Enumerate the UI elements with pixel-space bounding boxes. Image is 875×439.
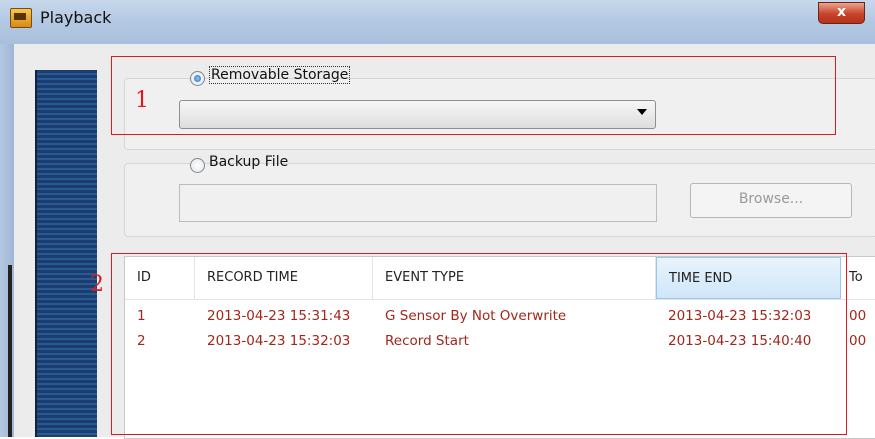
title-bar[interactable]: Playback x bbox=[0, 0, 875, 45]
annotation-number-1: 1 bbox=[135, 88, 149, 113]
background-window-edge bbox=[8, 265, 12, 437]
backup-file-label[interactable]: Backup File bbox=[209, 154, 288, 170]
backup-file-path-input[interactable] bbox=[179, 184, 657, 222]
browse-button[interactable]: Browse... bbox=[690, 183, 852, 218]
side-banner-image bbox=[35, 70, 97, 437]
annotation-box-1 bbox=[111, 56, 836, 135]
window-title: Playback bbox=[40, 8, 112, 27]
app-icon bbox=[10, 8, 32, 28]
backup-file-radio[interactable] bbox=[190, 158, 205, 173]
close-button[interactable]: x bbox=[818, 2, 865, 24]
annotation-number-2: 2 bbox=[90, 272, 104, 297]
annotation-box-2 bbox=[111, 253, 847, 435]
